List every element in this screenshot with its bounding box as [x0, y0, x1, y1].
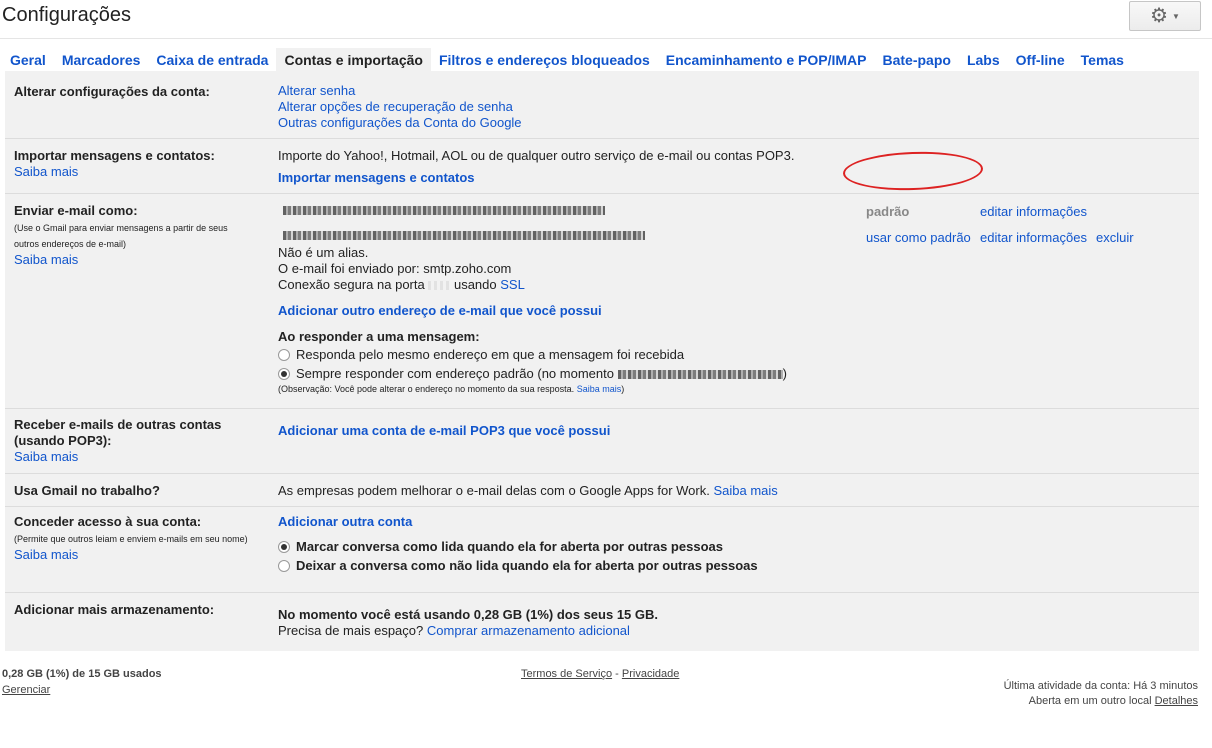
leave-unread-label[interactable]: Deixar a conversa como não lida quando e…	[296, 556, 758, 575]
add-account-button[interactable]: Adicionar outra conta	[278, 514, 412, 529]
section-label: Adicionar mais armazenamento:	[14, 602, 215, 617]
make-default-link[interactable]: usar como padrão	[866, 230, 971, 245]
section-note: (Permite que outros leiam e enviem e-mai…	[14, 534, 248, 544]
manage-link[interactable]: Gerenciar	[2, 684, 50, 696]
edit-info-link[interactable]: editar informações	[980, 204, 1087, 219]
tab-marcadores[interactable]: Marcadores	[54, 48, 149, 72]
work-description: As empresas podem melhorar o e-mail dela…	[278, 483, 710, 498]
edit-info-link[interactable]: editar informações	[980, 230, 1087, 245]
redacted-address	[283, 231, 645, 240]
storage-need-text: Precisa de mais espaço?	[278, 623, 424, 638]
settings-tabs: Geral Marcadores Caixa de entrada Contas…	[2, 48, 1132, 72]
learn-more-link[interactable]: Saiba mais	[577, 384, 622, 394]
tab-bate-papo[interactable]: Bate-papo	[875, 48, 959, 72]
add-address-button[interactable]: Adicionar outro endereço de e-mail que v…	[278, 303, 602, 318]
learn-more-link[interactable]: Saiba mais	[14, 449, 78, 464]
tab-labs[interactable]: Labs	[959, 48, 1008, 72]
section-label: Importar mensagens e contatos:	[14, 148, 215, 163]
settings-button[interactable]: ⚙ ▼	[1129, 1, 1201, 31]
gear-icon: ⚙	[1150, 5, 1168, 27]
mark-read-radio[interactable]	[278, 540, 290, 553]
details-link[interactable]: Detalhes	[1155, 695, 1198, 707]
mark-read-label[interactable]: Marcar conversa como lida quando ela for…	[296, 537, 723, 556]
storage-usage: No momento você está usando 0,28 GB (1%)…	[278, 607, 658, 622]
settings-panel: Alterar configurações da conta: Alterar …	[5, 71, 1199, 651]
redacted-address	[617, 370, 783, 380]
tab-encaminhamento[interactable]: Encaminhamento e POP/IMAP	[658, 48, 875, 72]
section-grant-access: Conceder acesso à sua conta: (Permite qu…	[5, 507, 1199, 593]
reply-same-radio[interactable]	[278, 348, 290, 361]
open-elsewhere-text: Aberta em um outro local	[1028, 695, 1152, 707]
default-label: padrão	[866, 204, 910, 219]
reply-default-radio[interactable]	[278, 367, 290, 380]
section-label: Enviar e-mail como:	[14, 203, 138, 218]
sent-by-text: O e-mail foi enviado por: smtp.zoho.com	[278, 261, 512, 276]
leave-unread-radio[interactable]	[278, 559, 290, 572]
reply-heading: Ao responder a uma mensagem:	[278, 329, 480, 344]
redacted-address	[283, 206, 605, 215]
add-pop3-button[interactable]: Adicionar uma conta de e-mail POP3 que v…	[278, 423, 610, 438]
section-note: (Use o Gmail para enviar mensagens a par…	[14, 223, 228, 249]
chevron-down-icon: ▼	[1172, 11, 1180, 21]
change-password-link[interactable]: Alterar senha	[278, 83, 355, 98]
secure-using-text: usando	[453, 277, 497, 292]
google-account-settings-link[interactable]: Outras configurações da Conta do Google	[278, 115, 522, 130]
section-work: Usa Gmail no trabalho? As empresas podem…	[5, 474, 1199, 507]
reply-same-label[interactable]: Responda pelo mesmo endereço em que a me…	[296, 345, 684, 364]
learn-more-link[interactable]: Saiba mais	[14, 252, 78, 267]
import-button[interactable]: Importar mensagens e contatos	[278, 170, 475, 185]
storage-quota: 0,28 GB (1%) de 15 GB usados	[2, 668, 162, 680]
reply-note: (Observação: Você pode alterar o endereç…	[278, 384, 575, 394]
section-label: Conceder acesso à sua conta:	[14, 514, 202, 529]
tab-caixa-de-entrada[interactable]: Caixa de entrada	[148, 48, 276, 72]
terms-link[interactable]: Termos de Serviço	[521, 668, 612, 680]
last-activity: Última atividade da conta: Há 3 minutos	[1003, 680, 1198, 692]
learn-more-link[interactable]: Saiba mais	[14, 547, 78, 562]
reply-default-label[interactable]: Sempre responder com endereço padrão (no…	[296, 366, 614, 381]
header-divider	[0, 38, 1212, 39]
redacted-port	[428, 281, 451, 291]
section-label: Alterar configurações da conta:	[14, 84, 210, 99]
learn-more-link[interactable]: Saiba mais	[14, 164, 78, 179]
tab-contas-e-importacao[interactable]: Contas e importação	[276, 48, 431, 72]
section-send-as: Enviar e-mail como: (Use o Gmail para en…	[5, 194, 1199, 409]
section-account: Alterar configurações da conta: Alterar …	[5, 71, 1199, 139]
reply-default-suffix: )	[782, 366, 787, 381]
tab-temas[interactable]: Temas	[1073, 48, 1132, 72]
page-title: Configurações	[2, 4, 131, 26]
tab-off-line[interactable]: Off-line	[1008, 48, 1073, 72]
footer-separator: -	[615, 668, 619, 680]
import-description: Importe do Yahoo!, Hotmail, AOL ou de qu…	[278, 148, 795, 163]
alias-note: Não é um alias.	[278, 245, 369, 260]
recovery-options-link[interactable]: Alterar opções de recuperação de senha	[278, 99, 513, 114]
delete-link[interactable]: excluir	[1096, 230, 1134, 245]
section-import: Importar mensagens e contatos: Saiba mai…	[5, 139, 1199, 194]
section-pop3: Receber e-mails de outras contas (usando…	[5, 409, 1199, 474]
buy-storage-link[interactable]: Comprar armazenamento adicional	[427, 623, 630, 638]
section-storage: Adicionar mais armazenamento: No momento…	[5, 593, 1199, 651]
tab-filtros[interactable]: Filtros e endereços bloqueados	[431, 48, 658, 72]
tab-geral[interactable]: Geral	[2, 48, 54, 72]
secure-connection-text: Conexão segura na porta	[278, 277, 425, 292]
section-label: Usa Gmail no trabalho?	[14, 483, 160, 498]
ssl-link[interactable]: SSL	[500, 277, 525, 292]
privacy-link[interactable]: Privacidade	[622, 668, 679, 680]
section-label: Receber e-mails de outras contas (usando…	[14, 417, 222, 448]
reply-note-suffix: )	[621, 384, 625, 394]
learn-more-link[interactable]: Saiba mais	[713, 483, 777, 498]
